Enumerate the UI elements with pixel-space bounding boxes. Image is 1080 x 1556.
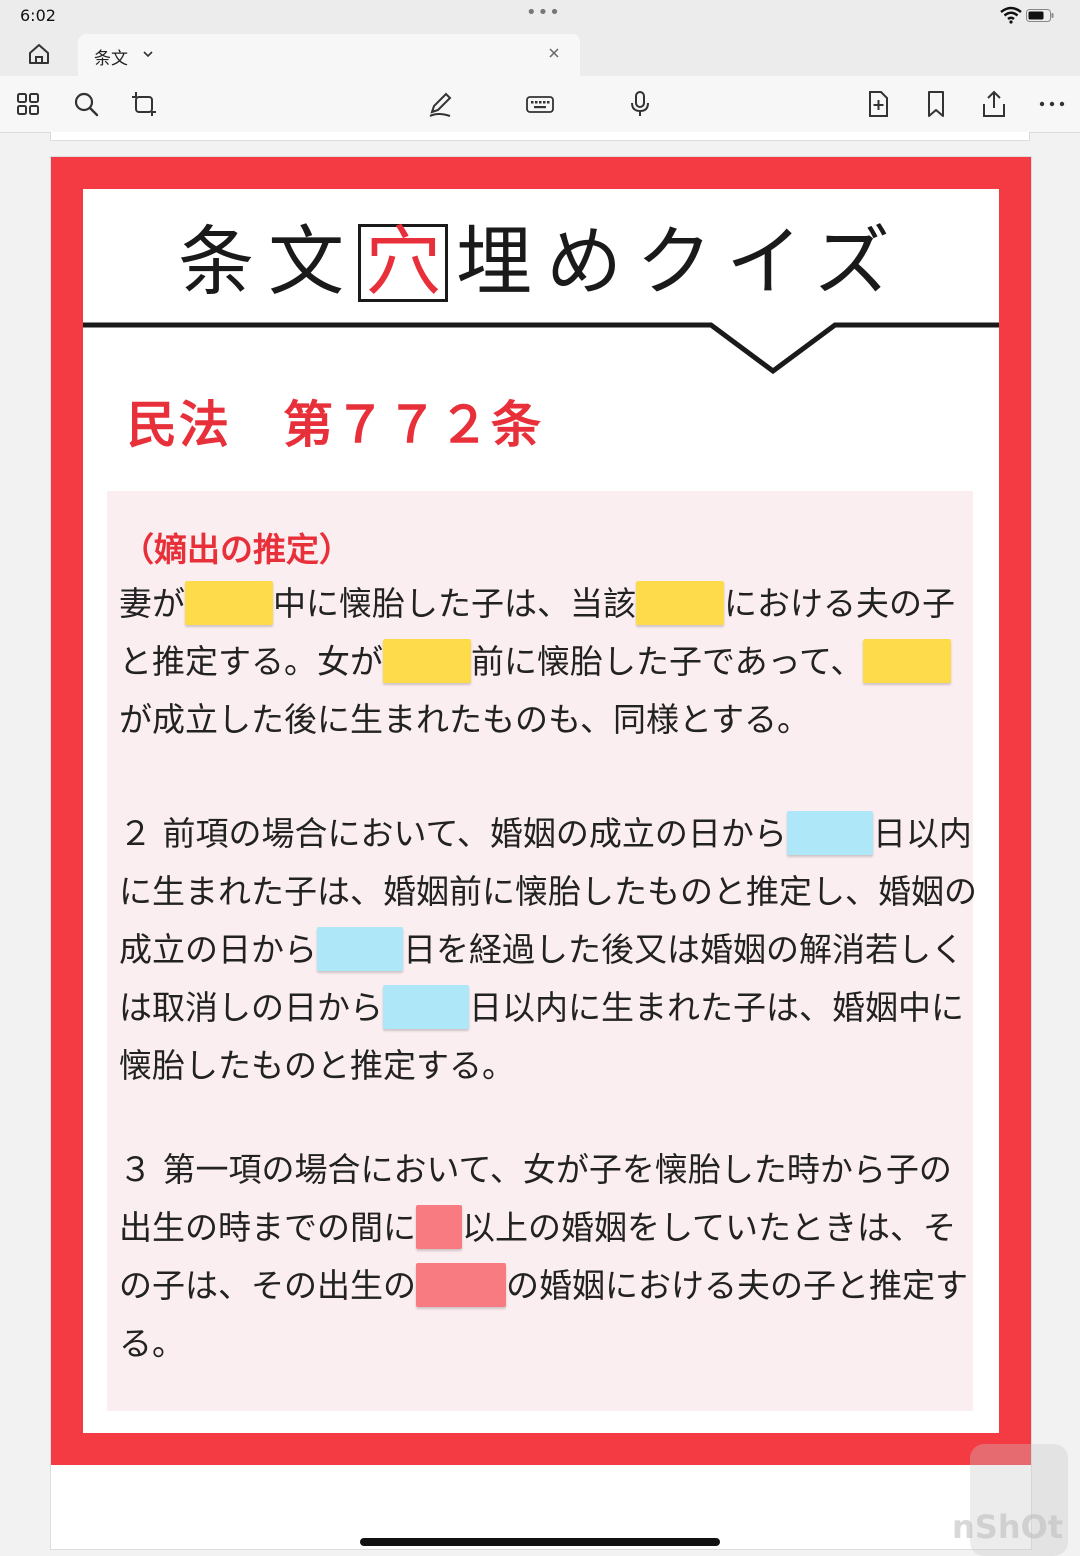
blank-red-1[interactable] (416, 1205, 462, 1249)
p1-text-e: が成立した後に生まれたものも、同様とする。 (119, 700, 811, 739)
previous-page-edge (50, 132, 1030, 141)
watermark-text: nShOt (952, 1508, 1064, 1546)
blank-yellow-2[interactable] (636, 581, 724, 625)
crop-icon[interactable] (128, 88, 160, 120)
blank-yellow-1[interactable] (185, 581, 273, 625)
home-icon[interactable] (24, 40, 54, 68)
multitasking-dots-icon[interactable]: ••• (526, 2, 561, 23)
blank-yellow-3[interactable] (383, 639, 471, 683)
blank-blue-3[interactable] (383, 985, 469, 1029)
share-icon[interactable] (978, 88, 1010, 120)
p1-text-b: 中に懐胎した子は、当該 (273, 584, 636, 623)
keyboard-icon[interactable] (524, 88, 556, 120)
document-page[interactable]: 条文穴 埋めクイズ 民法 第７７２条 （嫡出の推定） 妻が 中に懐胎した子は、当該に… (50, 156, 1032, 1550)
tab-document[interactable]: 条文 (78, 34, 580, 76)
title-hole-box: 穴 (358, 224, 449, 302)
blank-red-2[interactable] (416, 1263, 506, 1307)
microphone-icon[interactable] (624, 88, 656, 120)
article-caption: （嫡出の推定） (121, 530, 352, 569)
blank-blue-2[interactable] (317, 927, 403, 971)
quiz-card: 条文穴 埋めクイズ 民法 第７７２条 （嫡出の推定） 妻が 中に懐胎した子は、当該に… (83, 189, 999, 1433)
p2-text-a: ２ 前項の場合において、婚姻の成立の日から (119, 814, 787, 853)
blank-yellow-4[interactable] (863, 639, 952, 683)
quiz-card-frame: 条文穴 埋めクイズ 民法 第７７２条 （嫡出の推定） 妻が 中に懐胎した子は、当該に… (51, 157, 1031, 1465)
paragraph-3: ３ 第一項の場合において、女が子を懐胎した時から子の出生の時までの間に 以上の婚姻… (119, 1141, 979, 1373)
blank-blue-1[interactable] (786, 811, 873, 855)
article-text-area: （嫡出の推定） 妻が 中に懐胎した子は、当該 における夫の子と推定する。女が 前に懐胎… (107, 491, 977, 1411)
tab-bar: 条文 (0, 32, 1080, 76)
wifi-icon (1000, 6, 1022, 24)
status-time: 6:02 (20, 6, 56, 25)
article-heading: 民法 第７７２条 (127, 396, 543, 454)
battery-icon (1026, 9, 1054, 22)
bookmark-icon[interactable] (920, 88, 952, 120)
more-icon[interactable] (1036, 88, 1068, 120)
toolbar (0, 76, 1080, 133)
grid-icon[interactable] (12, 88, 44, 120)
close-icon[interactable] (546, 45, 562, 61)
add-page-icon[interactable] (862, 88, 894, 120)
pen-icon[interactable] (424, 88, 456, 120)
status-bar: 6:02 ••• (0, 0, 1080, 32)
title-text-1: 条文 (178, 217, 359, 306)
paragraph-2: ２ 前項の場合において、婚姻の成立の日から 日以内に生まれた子は、婚姻前に懐胎した… (119, 805, 979, 1095)
search-icon[interactable] (70, 88, 102, 120)
title-text-2: 埋めクイズ (456, 217, 904, 306)
paragraph-1: 妻が 中に懐胎した子は、当該 における夫の子と推定する。女が 前に懐胎した子であって、… (119, 575, 979, 749)
p1-text-d: 前に懐胎した子であって、 (471, 642, 864, 681)
title-divider (83, 322, 999, 375)
p1-text-a: 妻が (119, 584, 185, 623)
home-indicator[interactable] (360, 1538, 720, 1546)
tab-label: 条文 (94, 49, 128, 69)
chevron-down-icon[interactable] (142, 48, 154, 60)
quiz-title: 条文穴 埋めクイズ (83, 219, 999, 305)
